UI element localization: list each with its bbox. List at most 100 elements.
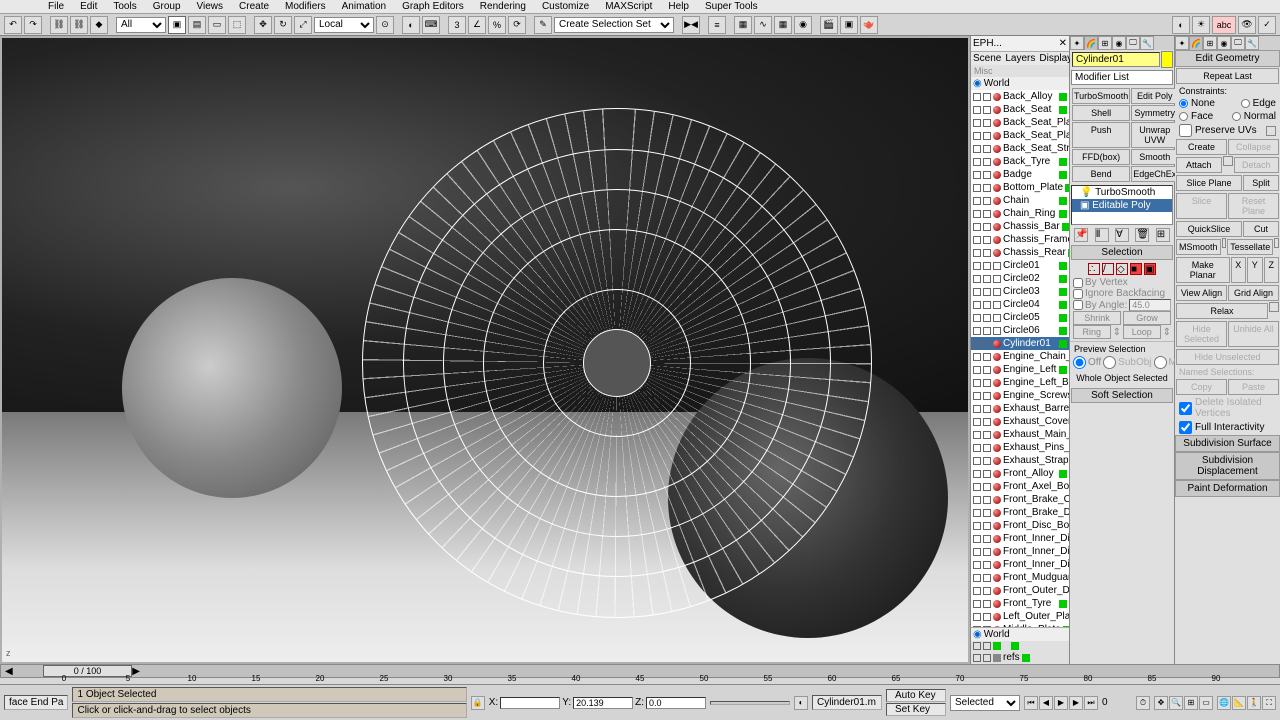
menu-maxscript[interactable]: MAXScript [597,0,660,13]
align-button[interactable]: ≡ [708,16,726,34]
preview-multi-radio[interactable] [1154,356,1167,369]
scene-item[interactable]: Back_Seat [971,103,1069,116]
smooth-button[interactable]: Smooth [1131,149,1178,165]
scene-item[interactable]: Front_Outer_Di [971,584,1069,597]
object-color-swatch[interactable] [1161,51,1173,68]
scene-tab-scene[interactable]: Scene [973,53,1001,64]
scene-item[interactable]: Chassis_Frame [971,233,1069,246]
detach-button[interactable]: Detach [1234,157,1280,173]
tessellate-settings-icon[interactable] [1274,238,1279,248]
set-key-button[interactable]: Set Key [886,703,946,716]
pin-stack-icon[interactable]: 📌 [1074,228,1088,242]
preview-icon[interactable]: 👁 [1238,16,1256,34]
walk-icon[interactable]: 🚶 [1247,696,1261,710]
goto-end-icon[interactable]: ⏭ [1084,696,1098,710]
paint-def-rollout[interactable]: Paint Deformation [1175,480,1280,497]
grow-button[interactable]: Grow [1123,311,1171,325]
scene-item[interactable]: Chassis_Bar [971,220,1069,233]
scene-item[interactable]: Circle06 [971,324,1069,337]
zoom-extents-icon[interactable]: ⊞ [1184,696,1198,710]
configure-icon[interactable]: ⊞ [1156,228,1170,242]
paste-button[interactable]: Paste [1228,379,1279,395]
menu-animation[interactable]: Animation [334,0,394,13]
scene-item[interactable]: Circle02 [971,272,1069,285]
collapse-button[interactable]: Collapse [1228,139,1279,155]
shrink-button[interactable]: Shrink [1073,311,1121,325]
scene-item[interactable]: Exhaust_Pins_ [971,441,1069,454]
display-tab-icon[interactable]: 🖵 [1126,36,1140,50]
tessellate-button[interactable]: Tessellate [1227,239,1273,255]
window-crossing-button[interactable]: ⬚ [228,16,246,34]
edit-geometry-header[interactable]: Edit Geometry [1175,50,1280,67]
scene-root-world[interactable]: World [984,78,1010,89]
modify-tab-icon[interactable]: 🌈 [1084,36,1098,50]
constraint-face-radio[interactable] [1179,112,1188,121]
xform-icon[interactable]: ◐ [1172,16,1190,34]
link-button[interactable]: ⛓ [50,16,68,34]
planar-z-button[interactable]: Z [1264,257,1280,283]
scene-item[interactable]: Engine_Left [971,363,1069,376]
border-subobj-icon[interactable]: ◇ [1116,263,1128,275]
scene-item[interactable]: Exhaust_Main_ [971,428,1069,441]
scene-item[interactable]: Bottom_Plate [971,181,1069,194]
spinner-snap-button[interactable]: ⟳ [508,16,526,34]
symmetry-button[interactable]: Symmetry [1131,105,1178,121]
scene-item[interactable]: Badge [971,168,1069,181]
menu-tools[interactable]: Tools [105,0,144,13]
relax-button[interactable]: Relax [1176,303,1268,319]
scene-item[interactable]: Back_Seat_Plat [971,129,1069,142]
scene-refs-item[interactable]: refs [1003,652,1020,663]
attach-list-icon[interactable] [1223,156,1233,166]
scale-button[interactable]: ⤢ [294,16,312,34]
object-name-field[interactable]: Cylinder01 [1072,52,1160,67]
prev-frame-icon[interactable]: ◀ [1039,696,1053,710]
scene-item[interactable]: Chassis_Rear [971,246,1069,259]
scene-item[interactable]: Front_Brake_D [971,506,1069,519]
manipulate-button[interactable]: ◐ [402,16,420,34]
modifier-list-dropdown[interactable]: Modifier List [1071,70,1173,85]
scene-item[interactable]: Front_Alloy [971,467,1069,480]
create-tab-icon[interactable]: ✦ [1070,36,1084,50]
slice-button[interactable]: Slice [1176,193,1227,219]
scene-item[interactable]: Engine_Screws [971,389,1069,402]
menu-edit[interactable]: Edit [72,0,105,13]
hierarchy-tab2-icon[interactable]: ⊞ [1203,36,1217,50]
subdiv-disp-rollout[interactable]: Subdivision Displacement [1175,452,1280,480]
hierarchy-tab-icon[interactable]: ⊞ [1098,36,1112,50]
menu-supertools[interactable]: Super Tools [697,0,766,13]
turbosmooth-button[interactable]: TurboSmooth [1072,88,1130,104]
scene-item[interactable]: Chain [971,194,1069,207]
stack-editablepoly[interactable]: ▣ Editable Poly [1072,199,1172,212]
select-rect-button[interactable]: ▭ [208,16,226,34]
attach-button[interactable]: Attach [1176,157,1222,173]
zoom-region-icon[interactable]: ▭ [1199,696,1213,710]
constraint-edge-radio[interactable] [1241,99,1250,108]
scene-item[interactable]: Circle01 [971,259,1069,272]
display-tab2-icon[interactable]: 🖵 [1231,36,1245,50]
viewport-perspective[interactable]: z [0,36,970,664]
edit-named-sel-button[interactable]: ✎ [534,16,552,34]
ring-button[interactable]: Ring [1073,325,1111,339]
scene-tab-display[interactable]: Display [1039,53,1072,64]
menu-rendering[interactable]: Rendering [472,0,534,13]
preserve-uvs-settings-icon[interactable] [1266,126,1276,136]
planar-y-button[interactable]: Y [1247,257,1263,283]
pivot-button[interactable]: ⊙ [376,16,394,34]
percent-snap-button[interactable]: % [488,16,506,34]
scene-item[interactable]: Front_Mudguar [971,571,1069,584]
scene-item[interactable]: Front_Inner_Di [971,545,1069,558]
pan-icon[interactable]: ✥ [1154,696,1168,710]
render-setup-button[interactable]: 🎬 [820,16,838,34]
menu-group[interactable]: Group [145,0,189,13]
schematic-button[interactable]: ▦ [774,16,792,34]
snap-button[interactable]: 3 [448,16,466,34]
split-button[interactable]: Split [1243,175,1279,191]
menu-file[interactable]: File [40,0,72,13]
auto-key-button[interactable]: Auto Key [886,689,946,702]
menu-help[interactable]: Help [660,0,697,13]
copy-button[interactable]: Copy [1176,379,1227,395]
script-listener[interactable]: face End Pa [4,695,68,710]
fov-icon[interactable]: 📐 [1232,696,1246,710]
mirror-button[interactable]: ▶◀ [682,16,700,34]
select-name-button[interactable]: ▤ [188,16,206,34]
